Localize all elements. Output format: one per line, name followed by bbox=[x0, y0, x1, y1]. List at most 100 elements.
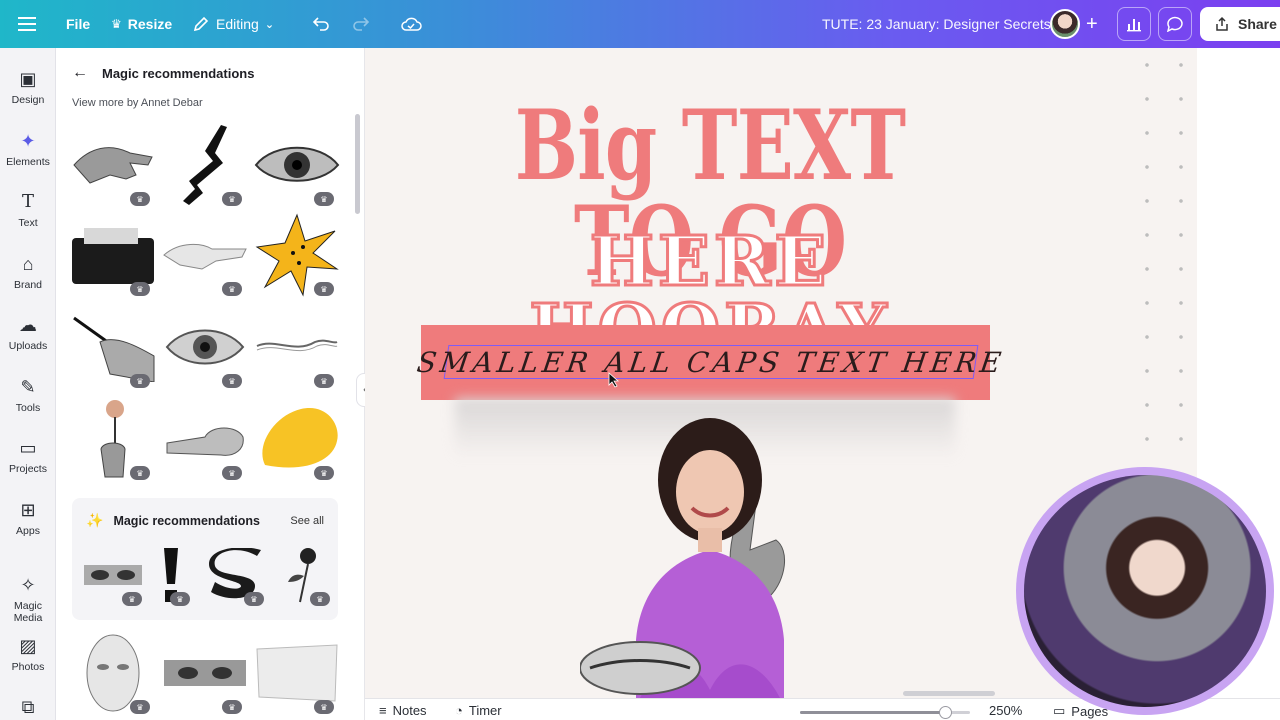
sidebar-item-label: Tools bbox=[15, 402, 41, 414]
element-thumbnail-letter-s[interactable]: ♛ bbox=[200, 542, 270, 608]
sidebar-item-tools[interactable]: ✎ Tools bbox=[0, 376, 56, 414]
panel-scrollbar[interactable] bbox=[355, 114, 360, 214]
canvas-horizontal-scrollbar[interactable] bbox=[903, 691, 995, 696]
sidebar-item-label: Elements bbox=[6, 156, 50, 168]
redo-icon bbox=[353, 17, 370, 31]
element-thumbnail-fist[interactable]: ♛ bbox=[162, 396, 248, 482]
cloud-save-button[interactable] bbox=[400, 0, 422, 48]
notes-icon: ≡ bbox=[379, 703, 387, 718]
panel-title: Magic recommendations bbox=[102, 65, 255, 81]
banner-shape[interactable]: SMALLER ALL CAPS TEXT HERE bbox=[415, 325, 1007, 400]
scribble-graphic bbox=[256, 339, 338, 352]
resize-button[interactable]: ♛ Resize bbox=[111, 0, 172, 48]
zoom-slider[interactable] bbox=[800, 706, 970, 719]
hand-pen-graphic bbox=[73, 316, 155, 382]
sidebar-item-magic-media[interactable]: ✧ Magic Media bbox=[0, 574, 56, 624]
zoom-slider-fill bbox=[800, 711, 945, 714]
premium-crown-icon: ♛ bbox=[130, 282, 150, 296]
card-title: Magic recommendations bbox=[113, 513, 261, 528]
more-apps-icon: ⧉ bbox=[21, 697, 35, 717]
back-arrow-icon[interactable]: ← bbox=[72, 64, 88, 82]
element-thumbnail-hand[interactable]: ♛ bbox=[70, 122, 156, 208]
sidebar-item-label: Brand bbox=[13, 279, 43, 291]
element-thumbnail-scribble[interactable]: ♛ bbox=[254, 304, 340, 390]
file-menu-button[interactable]: File bbox=[66, 0, 90, 48]
element-thumbnail-paper[interactable]: ♛ bbox=[254, 630, 340, 716]
sidebar-item-apps[interactable]: ⊞ Apps bbox=[0, 499, 56, 537]
photos-icon: ▨ bbox=[19, 636, 37, 656]
sidebar-item-more[interactable]: ⧉ bbox=[0, 696, 56, 720]
avatar bbox=[1050, 9, 1080, 39]
comments-button[interactable] bbox=[1158, 0, 1192, 48]
premium-crown-icon: ♛ bbox=[222, 282, 242, 296]
element-thumbnail-yellow-blob[interactable]: ♛ bbox=[254, 396, 340, 482]
banner-text[interactable]: SMALLER ALL CAPS TEXT HERE bbox=[415, 345, 1007, 379]
element-thumbnail-eye-2[interactable]: ♛ bbox=[162, 304, 248, 390]
element-thumbnail-starburst[interactable]: ♛ bbox=[254, 212, 340, 298]
collaborator-avatar[interactable] bbox=[1050, 0, 1080, 48]
sidebar-item-uploads[interactable]: ☁ Uploads bbox=[0, 314, 56, 352]
premium-crown-icon: ♛ bbox=[314, 466, 334, 480]
element-thumbnail-eye[interactable]: ♛ bbox=[254, 122, 340, 208]
eye-graphic bbox=[254, 146, 340, 182]
element-thumbnail-flower-hand[interactable]: ♛ bbox=[70, 396, 156, 482]
sidebar-item-label: Magic Media bbox=[13, 600, 43, 624]
add-collaborator-button[interactable]: + bbox=[1086, 0, 1098, 48]
document-title[interactable]: TUTE: 23 January: Designer Secrets bbox=[822, 0, 1051, 48]
document-title-text: TUTE: 23 January: Designer Secrets bbox=[822, 16, 1051, 32]
sidebar-item-projects[interactable]: ▭ Projects bbox=[0, 437, 56, 475]
elements-panel: ← Magic recommendations View more by Ann… bbox=[56, 48, 365, 720]
element-thumbnail-eyes[interactable]: ♛ bbox=[78, 542, 148, 608]
element-thumbnail-mask[interactable]: ♛ bbox=[70, 630, 156, 716]
insights-button[interactable] bbox=[1117, 0, 1151, 48]
element-thumbnail-eyes-2[interactable]: ♛ bbox=[162, 630, 248, 716]
person-photo[interactable] bbox=[580, 400, 840, 698]
sidebar-item-label: Apps bbox=[16, 525, 40, 537]
fist-graphic bbox=[166, 427, 244, 456]
share-button[interactable]: Share bbox=[1200, 0, 1280, 48]
webcam-overlay bbox=[1016, 467, 1274, 715]
premium-crown-icon: ♛ bbox=[130, 374, 150, 388]
sidebar-item-elements[interactable]: ✦ Elements bbox=[0, 130, 56, 168]
element-thumbnail-zigzag[interactable]: ♛ bbox=[162, 122, 248, 208]
brand-icon: ⌂ bbox=[22, 254, 34, 274]
element-thumbnail-hand-pen[interactable]: ♛ bbox=[70, 304, 156, 390]
element-thumbnail-rose[interactable]: ♛ bbox=[272, 542, 336, 608]
see-all-link[interactable]: See all bbox=[290, 515, 324, 527]
timer-button[interactable]: ◔ Timer bbox=[455, 703, 502, 718]
dot-grid-decoration bbox=[1120, 48, 1200, 458]
sidebar-item-design[interactable]: ▣ Design bbox=[0, 68, 56, 106]
left-sidebar: ▣ Design ✦ Elements T Text ⌂ Brand ☁ Upl… bbox=[0, 48, 56, 720]
premium-crown-icon: ♛ bbox=[222, 374, 242, 388]
notes-button[interactable]: ≡ Notes bbox=[379, 703, 427, 718]
editing-mode-dropdown[interactable]: Editing ⌄ bbox=[192, 0, 274, 48]
undo-icon bbox=[312, 17, 329, 31]
sidebar-item-brand[interactable]: ⌂ Brand bbox=[0, 253, 56, 291]
sparkle-icon: ✨ bbox=[86, 512, 104, 528]
yellow-blob-graphic bbox=[262, 407, 338, 468]
undo-button[interactable] bbox=[312, 0, 330, 48]
timer-icon: ◔ bbox=[455, 703, 463, 718]
uploads-icon: ☁ bbox=[19, 315, 37, 335]
sidebar-item-label: Uploads bbox=[8, 340, 48, 352]
eyes-graphic bbox=[164, 660, 246, 686]
element-thumbnail-wallet[interactable]: ♛ bbox=[70, 212, 156, 298]
premium-crown-icon: ♛ bbox=[122, 592, 142, 606]
premium-crown-icon: ♛ bbox=[170, 592, 190, 606]
sidebar-item-text[interactable]: T Text bbox=[0, 191, 56, 229]
sidebar-item-photos[interactable]: ▨ Photos bbox=[0, 635, 56, 673]
premium-crown-icon: ♛ bbox=[130, 466, 150, 480]
zoom-slider-handle[interactable] bbox=[938, 706, 952, 719]
menu-button[interactable] bbox=[18, 0, 36, 48]
element-thumbnail-exclamation[interactable]: ♛ bbox=[146, 542, 196, 608]
magic-recommendations-card: ✨ Magic recommendations See all ♛ ♛ ♛ ♛ bbox=[72, 498, 338, 620]
premium-crown-icon: ♛ bbox=[222, 192, 242, 206]
mouse-cursor-icon bbox=[608, 372, 620, 388]
zoom-level[interactable]: 250% bbox=[989, 703, 1022, 718]
premium-crown-icon: ♛ bbox=[314, 374, 334, 388]
view-more-link[interactable]: View more by Annet Debar bbox=[72, 97, 203, 109]
hamburger-icon bbox=[18, 17, 36, 31]
magic-media-icon: ✧ bbox=[20, 575, 36, 595]
redo-button[interactable] bbox=[352, 0, 370, 48]
element-thumbnail-handshake[interactable]: ♛ bbox=[162, 212, 248, 298]
